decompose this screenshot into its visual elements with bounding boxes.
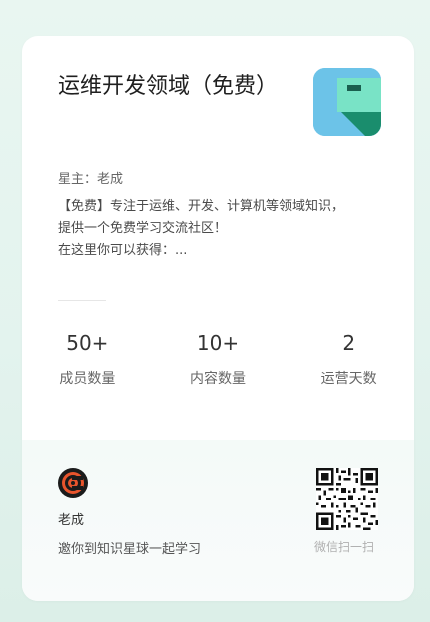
planet-logo-icon [313, 68, 381, 136]
author-name: 老成 [58, 513, 85, 528]
planet-description: 【免费】专注于运维、开发、计算机等领域知识， 提供一个免费学习交流社区！ 在这里… [58, 196, 388, 262]
stat-content: 10+ 内容数量 [153, 330, 284, 388]
stat-days: 2 运营天数 [283, 330, 414, 388]
author-avatar-icon [58, 468, 88, 498]
qr-code-icon[interactable] [316, 468, 378, 530]
description-line: 在这里你可以获得：... [58, 243, 188, 258]
invite-footer: 老成 邀你到知识星球一起学习 微信扫一扫 [22, 440, 414, 601]
stat-members: 50+ 成员数量 [22, 330, 153, 388]
description-line: 【免费】专注于运维、开发、计算机等领域知识， [58, 199, 345, 214]
divider [58, 300, 106, 301]
stats-row: 50+ 成员数量 10+ 内容数量 2 运营天数 [22, 330, 414, 388]
qr-label: 微信扫一扫 [314, 540, 375, 554]
planet-card: 运维开发领域（免费） 星主：老成 【免费】专注于运维、开发、计算机等领域知识， … [22, 36, 414, 601]
owner-label: 星主：老成 [58, 172, 124, 187]
stat-value: 50+ [66, 331, 109, 355]
stat-label: 运营天数 [320, 371, 377, 387]
invite-text: 邀你到知识星球一起学习 [58, 542, 202, 557]
stat-value: 10+ [196, 331, 240, 355]
stat-value: 2 [342, 331, 356, 355]
stat-label: 成员数量 [59, 371, 116, 387]
planet-meta: 星主：老成 【免费】专注于运维、开发、计算机等领域知识， 提供一个免费学习交流社… [58, 170, 388, 262]
description-line: 提供一个免费学习交流社区！ [58, 221, 228, 236]
stat-label: 内容数量 [190, 371, 246, 387]
planet-title: 运维开发领域（免费） [58, 74, 279, 99]
